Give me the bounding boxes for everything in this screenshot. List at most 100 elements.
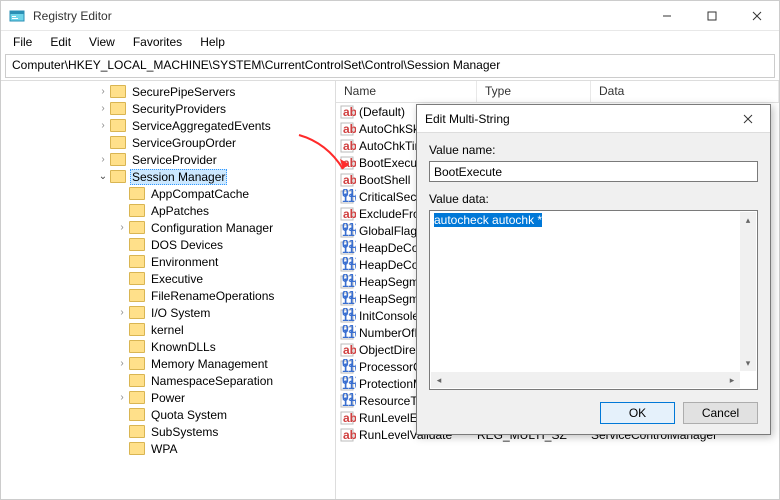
chevron-right-icon[interactable]: › (96, 103, 110, 114)
svg-text:110: 110 (342, 191, 356, 205)
folder-icon (129, 442, 145, 455)
folder-icon (129, 357, 145, 370)
string-value-icon: ab (340, 155, 356, 171)
folder-icon (129, 340, 145, 353)
svg-text:110: 110 (342, 242, 356, 256)
tree-item-label: ServiceAggregatedEvents (130, 119, 273, 133)
tree-item-label: SecurePipeServers (130, 85, 237, 99)
tree-item[interactable]: › ServiceAggregatedEvents (1, 117, 335, 134)
scroll-right-icon[interactable]: ▸ (724, 372, 740, 388)
value-name-label: Value name: (429, 143, 758, 157)
tree-item-label: Memory Management (149, 357, 270, 371)
tree-item-label: Quota System (149, 408, 229, 422)
maximize-button[interactable] (689, 1, 734, 30)
chevron-right-icon[interactable]: › (96, 154, 110, 165)
tree-item[interactable]: ApPatches (1, 202, 335, 219)
tree-item-label: ApPatches (149, 204, 211, 218)
chevron-right-icon[interactable]: › (115, 222, 129, 233)
chevron-right-icon[interactable]: › (96, 86, 110, 97)
menu-help[interactable]: Help (192, 33, 233, 51)
svg-text:110: 110 (342, 225, 356, 239)
tree-item-label: kernel (149, 323, 186, 337)
folder-icon (129, 289, 145, 302)
tree-item[interactable]: DOS Devices (1, 236, 335, 253)
svg-text:110: 110 (342, 310, 356, 324)
window-controls (644, 1, 779, 30)
tree-item[interactable]: KnownDLLs (1, 338, 335, 355)
folder-icon (129, 204, 145, 217)
tree-item[interactable]: AppCompatCache (1, 185, 335, 202)
menu-view[interactable]: View (81, 33, 123, 51)
value-data-text: autocheck autochk * (434, 213, 542, 227)
cancel-button[interactable]: Cancel (683, 402, 758, 424)
folder-icon (129, 323, 145, 336)
string-value-icon: ab (340, 121, 356, 137)
ok-button[interactable]: OK (600, 402, 675, 424)
string-value-icon: ab (340, 138, 356, 154)
svg-text:ab: ab (343, 139, 356, 153)
tree-item[interactable]: Environment (1, 253, 335, 270)
tree-item-label: Power (149, 391, 187, 405)
close-button[interactable] (734, 1, 779, 30)
tree-item[interactable]: kernel (1, 321, 335, 338)
svg-text:110: 110 (342, 259, 356, 273)
tree-item[interactable]: ›I/O System (1, 304, 335, 321)
chevron-down-icon[interactable]: ⌄ (96, 171, 110, 182)
tree-item[interactable]: Executive (1, 270, 335, 287)
folder-icon (129, 408, 145, 421)
tree-item[interactable]: ServiceGroupOrder (1, 134, 335, 151)
tree-item[interactable]: ›SecurityProviders (1, 100, 335, 117)
dialog-title-text: Edit Multi-String (425, 112, 734, 126)
tree-item-label: Executive (149, 272, 205, 286)
dialog-buttons: OK Cancel (429, 402, 758, 424)
string-value-icon: ab (340, 206, 356, 222)
dialog-scrollbar-horizontal[interactable]: ◂ ▸ (431, 372, 740, 388)
col-header-data[interactable]: Data (591, 81, 779, 102)
dword-value-icon: 011110 (340, 325, 356, 341)
chevron-right-icon[interactable]: › (115, 358, 129, 369)
tree-item[interactable]: FileRenameOperations (1, 287, 335, 304)
titlebar: Registry Editor (1, 1, 779, 31)
menu-edit[interactable]: Edit (42, 33, 79, 51)
menu-favorites[interactable]: Favorites (125, 33, 190, 51)
chevron-right-icon[interactable]: › (115, 392, 129, 403)
value-name-input[interactable] (429, 161, 758, 182)
string-value-icon: ab (340, 427, 356, 443)
svg-text:ab: ab (343, 122, 356, 136)
tree-item[interactable]: › Power (1, 389, 335, 406)
dialog-close-button[interactable] (734, 109, 762, 129)
tree-item[interactable]: › Memory Management (1, 355, 335, 372)
address-bar[interactable]: Computer\HKEY_LOCAL_MACHINE\SYSTEM\Curre… (5, 54, 775, 78)
svg-text:110: 110 (342, 378, 356, 392)
tree-pane[interactable]: ›SecurePipeServers›SecurityProviders›Ser… (1, 81, 336, 499)
col-header-type[interactable]: Type (477, 81, 591, 102)
value-data-textarea[interactable]: autocheck autochk * ▴ ▾ ◂ ▸ (429, 210, 758, 390)
folder-icon (129, 425, 145, 438)
dialog-scrollbar-vertical[interactable]: ▴ ▾ (740, 212, 756, 371)
folder-icon (129, 391, 145, 404)
tree-item[interactable]: ›Configuration Manager (1, 219, 335, 236)
tree-item[interactable]: WPA (1, 440, 335, 457)
scroll-left-icon[interactable]: ◂ (431, 372, 447, 388)
tree-item[interactable]: SubSystems (1, 423, 335, 440)
col-header-name[interactable]: Name (336, 81, 477, 102)
tree-item[interactable]: Quota System (1, 406, 335, 423)
menu-file[interactable]: File (5, 33, 40, 51)
chevron-right-icon[interactable]: › (115, 307, 129, 318)
tree-item[interactable]: ⌄Session Manager (1, 168, 335, 185)
dword-value-icon: 011110 (340, 274, 356, 290)
dialog-body: Value name: Value data: autocheck autoch… (417, 133, 770, 434)
minimize-button[interactable] (644, 1, 689, 30)
tree-item[interactable]: NamespaceSeparation (1, 372, 335, 389)
tree-item[interactable]: ›ServiceProvider (1, 151, 335, 168)
tree-item[interactable]: › SecurePipeServers (1, 83, 335, 100)
chevron-right-icon[interactable]: › (96, 120, 110, 131)
svg-text:ab: ab (343, 156, 356, 170)
dword-value-icon: 011110 (340, 291, 356, 307)
folder-icon (129, 255, 145, 268)
scroll-down-icon[interactable]: ▾ (740, 355, 756, 371)
scroll-up-icon[interactable]: ▴ (740, 212, 756, 228)
tree-item-label: KnownDLLs (149, 340, 218, 354)
dword-value-icon: 011110 (340, 223, 356, 239)
tree-item-label: ServiceGroupOrder (130, 136, 238, 150)
